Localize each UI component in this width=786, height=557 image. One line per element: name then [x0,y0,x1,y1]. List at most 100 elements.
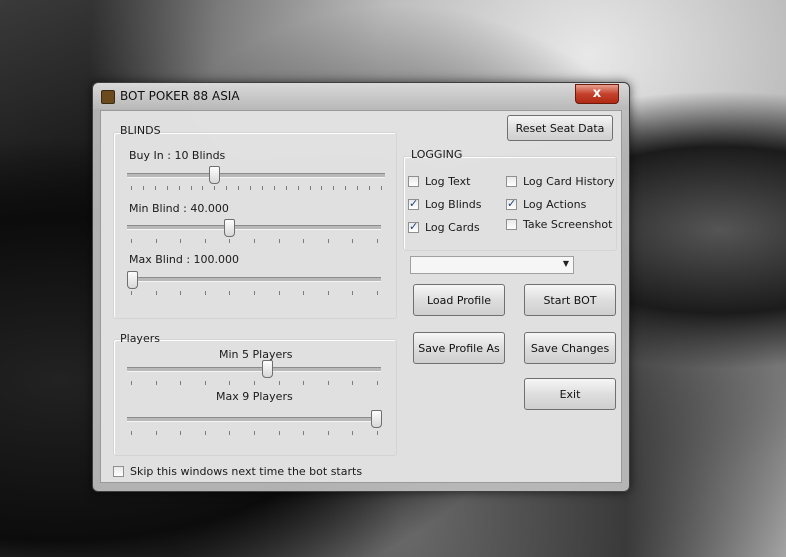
take-screenshot-row[interactable]: Take Screenshot [506,218,612,231]
slider-tick [262,186,263,190]
slider-tick [167,186,168,190]
slider-tick [214,186,215,190]
slider-tick [131,239,132,243]
slider-tick [254,381,255,385]
slider-tick [369,186,370,190]
max-blind-label: Max Blind : 100.000 [129,253,240,266]
log-card-history-row[interactable]: Log Card History [506,175,615,188]
slider-tick [286,186,287,190]
buy-in-label: Buy In : 10 Blinds [129,149,226,162]
slider-tick [377,431,378,435]
slider-tick [303,381,304,385]
max-blind-ticks [127,291,381,296]
slider-tick [328,239,329,243]
log-actions-row[interactable]: Log Actions [506,197,586,211]
skip-window-label: Skip this windows next time the bot star… [130,465,363,478]
slider-tick [229,239,230,243]
slider-tick [321,186,322,190]
slider-tick [274,186,275,190]
slider-tick [328,291,329,295]
slider-tick [279,381,280,385]
start-bot-button[interactable]: Start BOT [524,284,616,316]
slider-tick [180,431,181,435]
slider-tick [310,186,311,190]
slider-tick [345,186,346,190]
slider-tick [156,239,157,243]
skip-window-checkbox[interactable] [113,466,124,477]
min-players-label: Min 5 Players [219,348,293,361]
take-screenshot-checkbox[interactable] [506,219,517,230]
log-blinds-label: Log Blinds [425,198,482,211]
slider-tick [328,381,329,385]
players-group-label: Players [120,332,160,345]
slider-tick [279,239,280,243]
exit-button[interactable]: Exit [524,378,616,410]
log-card-history-checkbox[interactable] [506,176,517,187]
slider-tick [131,381,132,385]
slider-tick [131,291,132,295]
min-blind-slider[interactable] [224,219,235,237]
close-button[interactable]: x [575,84,619,104]
slider-tick [226,186,227,190]
slider-tick [254,291,255,295]
slider-tick [131,431,132,435]
slider-tick [298,186,299,190]
take-screenshot-label: Take Screenshot [523,218,613,231]
min-blind-label: Min Blind : 40.000 [129,202,229,215]
load-profile-button[interactable]: Load Profile [413,284,505,316]
log-cards-checkbox[interactable] [408,220,419,233]
slider-tick [303,431,304,435]
slider-tick [202,186,203,190]
slider-tick [156,291,157,295]
slider-tick [205,381,206,385]
slider-tick [352,291,353,295]
slider-tick [155,186,156,190]
app-logo-icon [101,90,115,104]
window-title: BOT POKER 88 ASIA [120,89,240,103]
log-actions-checkbox[interactable] [506,197,517,210]
log-blinds-checkbox[interactable] [408,197,419,210]
slider-tick [229,381,230,385]
main-window: BOT POKER 88 ASIA x BLINDS Buy In : 10 B… [92,82,630,492]
slider-tick [381,186,382,190]
slider-tick [191,186,192,190]
profile-select[interactable]: ▼ [410,256,574,274]
slider-tick [180,239,181,243]
min-players-slider[interactable] [262,360,273,378]
slider-tick [229,431,230,435]
logging-group-label: LOGGING [411,148,463,161]
max-players-track [127,417,381,422]
min-players-track [127,367,381,372]
blinds-group-label: BLINDS [120,124,161,137]
slider-tick [229,291,230,295]
save-profile-as-button[interactable]: Save Profile As [413,332,505,364]
slider-tick [279,431,280,435]
title-bar[interactable]: BOT POKER 88 ASIA x [93,83,629,109]
log-text-label: Log Text [425,175,471,188]
save-changes-button[interactable]: Save Changes [524,332,616,364]
max-players-slider[interactable] [371,410,382,428]
reset-seat-data-button[interactable]: Reset Seat Data [507,115,613,141]
slider-tick [238,186,239,190]
slider-tick [352,381,353,385]
buy-in-ticks [127,186,385,191]
log-text-row[interactable]: Log Text [408,175,470,188]
min-blind-track [127,225,381,230]
max-blind-track [127,277,381,282]
log-blinds-row[interactable]: Log Blinds [408,197,482,211]
log-cards-row[interactable]: Log Cards [408,220,480,234]
slider-tick [357,186,358,190]
slider-tick [303,291,304,295]
max-blind-slider[interactable] [127,271,138,289]
slider-tick [254,239,255,243]
slider-tick [333,186,334,190]
slider-tick [143,186,144,190]
slider-tick [180,381,181,385]
skip-window-row[interactable]: Skip this windows next time the bot star… [113,465,362,478]
slider-tick [377,381,378,385]
slider-tick [352,239,353,243]
buy-in-slider[interactable] [209,166,220,184]
slider-tick [205,239,206,243]
log-text-checkbox[interactable] [408,176,419,187]
min-players-ticks [127,381,381,386]
